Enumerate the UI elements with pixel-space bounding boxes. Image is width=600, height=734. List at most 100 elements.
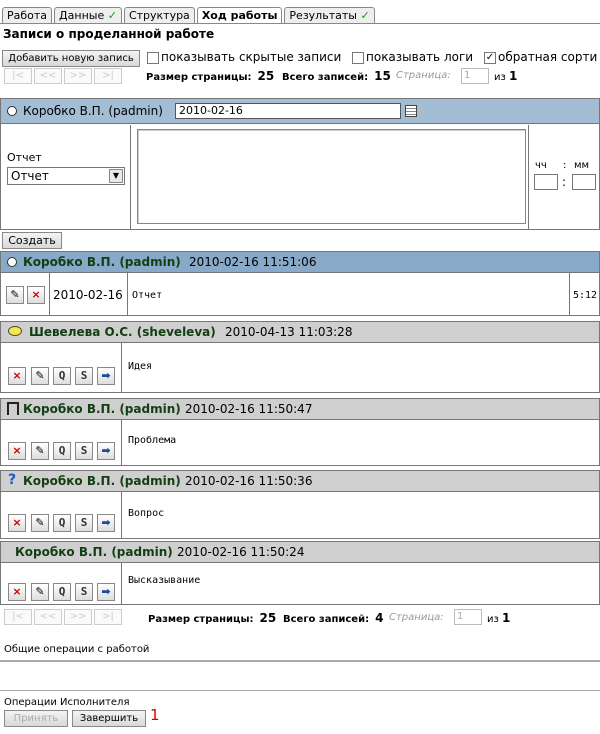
page-label: Страница:	[396, 70, 451, 81]
edit-pencil-icon[interactable]: ✎	[31, 514, 49, 532]
page-input[interactable]: 1	[454, 609, 482, 625]
move-arrow-icon[interactable]: ➡	[97, 514, 115, 532]
entry-date: 2010-02-16	[53, 288, 123, 302]
next-page-button[interactable]: >>	[64, 68, 92, 84]
entry-header: Шевелева О.С. (sheveleva) 2010-04-13 11:…	[0, 321, 600, 343]
show-logs-label: показывать логи	[366, 50, 474, 64]
pager-buttons-bottom: |< << >> >|	[4, 609, 124, 625]
entry-header: Коробко В.П. (padmin) 2010-02-16 11:50:2…	[0, 541, 600, 563]
entry-row: × ✎ Q S ➡ Высказывание	[0, 563, 600, 605]
entry-header: Коробко В.П. (padmin) 2010-02-16 11:51:0…	[0, 251, 600, 273]
page-count: из 1	[487, 611, 511, 625]
edit-pencil-icon[interactable]: ✎	[31, 583, 49, 601]
entry-header: Коробко В.П. (padmin) 2010-02-16 11:50:4…	[0, 398, 600, 420]
edit-pencil-icon[interactable]: ✎	[31, 442, 49, 460]
entry-text: Высказывание	[128, 575, 201, 586]
total-records-info: Всего записей: 4	[283, 611, 384, 625]
edit-pencil-icon[interactable]: ✎	[6, 286, 24, 304]
accept-button[interactable]: Принять	[4, 710, 68, 727]
move-arrow-icon[interactable]: ➡	[97, 367, 115, 385]
entry-row: × ✎ Q S ➡ Идея	[0, 343, 600, 393]
page-label: Страница:	[389, 612, 444, 623]
date-input[interactable]: 2010-02-16	[175, 103, 401, 119]
entry-user: Коробко В.П. (padmin)	[23, 402, 181, 416]
divider	[528, 125, 529, 230]
entry-timestamp: 2010-02-16 11:50:24	[177, 545, 305, 559]
divider	[49, 273, 50, 316]
entry-header: ? Коробко В.П. (padmin) 2010-02-16 11:50…	[0, 470, 600, 492]
page-title: Записи о проделанной работе	[3, 27, 215, 41]
divider	[121, 420, 122, 466]
prev-page-button[interactable]: <<	[34, 68, 62, 84]
delete-icon[interactable]: ×	[8, 442, 26, 460]
executor-ops-label: Операции Исполнителя	[4, 697, 130, 708]
status-circle-icon	[7, 257, 17, 267]
reverse-sort-checkbox[interactable]: ✓	[484, 52, 496, 64]
page-input[interactable]: 1	[461, 68, 489, 84]
divider	[127, 273, 128, 316]
s-icon[interactable]: S	[75, 367, 93, 385]
minutes-label: мм	[574, 160, 590, 171]
idea-bubble-icon	[8, 326, 22, 336]
minutes-input[interactable]	[572, 174, 596, 190]
page-size-info: Размер страницы: 25	[148, 611, 277, 625]
new-entry-form: Коробко В.П. (padmin) 2010-02-16 Отчет О…	[0, 98, 600, 230]
entry-row: × ✎ Q S ➡ Проблема	[0, 420, 600, 466]
problem-icon	[7, 402, 19, 415]
q-icon[interactable]: Q	[53, 583, 71, 601]
create-button[interactable]: Создать	[2, 232, 62, 249]
edit-pencil-icon[interactable]: ✎	[31, 367, 49, 385]
tab-data[interactable]: Данные ✓	[54, 7, 122, 23]
first-page-button[interactable]: |<	[4, 609, 32, 625]
q-icon[interactable]: Q	[53, 514, 71, 532]
last-page-button[interactable]: >|	[94, 68, 122, 84]
s-icon[interactable]: S	[75, 442, 93, 460]
s-icon[interactable]: S	[75, 583, 93, 601]
entry-timestamp: 2010-04-13 11:03:28	[225, 325, 353, 339]
s-icon[interactable]: S	[75, 514, 93, 532]
report-label: Отчет	[7, 151, 42, 164]
tab-work[interactable]: Работа	[2, 7, 53, 23]
delete-icon[interactable]: ×	[27, 286, 45, 304]
show-hidden-checkbox[interactable]	[147, 52, 159, 64]
show-logs-checkbox[interactable]	[352, 52, 364, 64]
general-ops-label: Общие операции с работой	[4, 644, 150, 655]
total-records-info: Всего записей: 15	[282, 69, 391, 83]
delete-icon[interactable]: ×	[8, 514, 26, 532]
move-arrow-icon[interactable]: ➡	[97, 442, 115, 460]
add-entry-button[interactable]: Добавить новую запись	[2, 50, 140, 67]
tab-progress[interactable]: Ход работы	[196, 7, 283, 24]
tab-structure[interactable]: Структура	[123, 7, 195, 23]
entry-user: Коробко В.П. (padmin)	[15, 545, 173, 559]
entry-user: Коробко В.П. (padmin)	[23, 474, 181, 488]
delete-icon[interactable]: ×	[8, 583, 26, 601]
divider	[130, 125, 131, 230]
question-mark-icon: ?	[8, 472, 17, 488]
prev-page-button[interactable]: <<	[34, 609, 62, 625]
next-page-button[interactable]: >>	[64, 609, 92, 625]
entry-text: Вопрос	[128, 508, 165, 519]
q-icon[interactable]: Q	[53, 367, 71, 385]
report-textarea[interactable]	[137, 129, 526, 224]
finish-button[interactable]: Завершить	[72, 710, 146, 727]
calendar-icon[interactable]	[405, 105, 417, 117]
page-size-info: Размер страницы: 25	[146, 69, 275, 83]
report-type-select[interactable]: Отчет ▼	[7, 167, 125, 185]
last-page-button[interactable]: >|	[94, 609, 122, 625]
hours-input[interactable]	[534, 174, 558, 190]
first-page-button[interactable]: |<	[4, 68, 32, 84]
check-icon: ✓	[107, 9, 117, 22]
show-hidden-label: показывать скрытые записи	[161, 50, 342, 64]
delete-icon[interactable]: ×	[8, 367, 26, 385]
page-count: из 1	[494, 69, 518, 83]
colon: :	[563, 160, 567, 171]
tab-results[interactable]: Результаты ✓	[284, 7, 375, 23]
q-icon[interactable]: Q	[53, 442, 71, 460]
divider	[121, 563, 122, 605]
annotation-number: 1	[150, 706, 160, 724]
move-arrow-icon[interactable]: ➡	[97, 583, 115, 601]
entry-text: Отчет	[132, 290, 163, 301]
tab-bar: Работа Данные ✓ Структура Ход работы Рез…	[2, 7, 377, 24]
entry-timestamp: 2010-02-16 11:51:06	[189, 255, 317, 269]
pager-buttons-top: |< << >> >|	[4, 68, 124, 84]
